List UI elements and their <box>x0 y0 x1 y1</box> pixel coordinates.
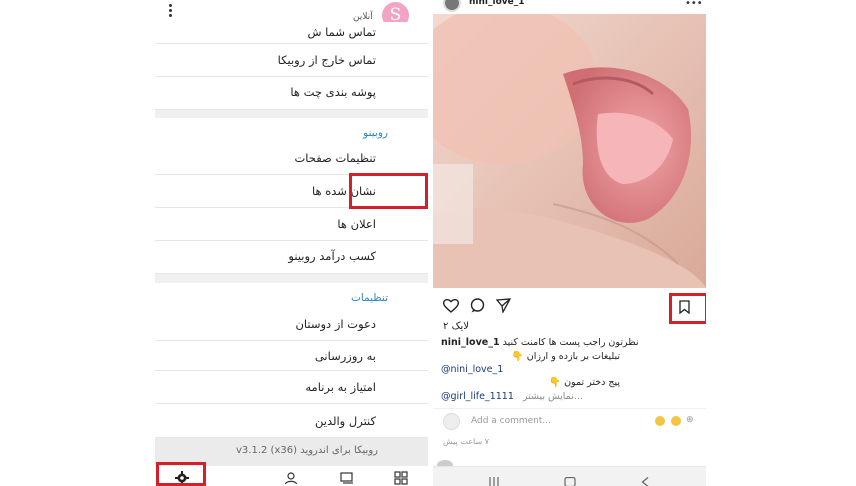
chat-icon[interactable] <box>340 470 354 484</box>
section-divider <box>155 274 428 283</box>
caption-first-line: nini_love_1 نظرتون راجب پست ها کامنت کنی… <box>441 337 639 348</box>
back-icon[interactable] <box>641 472 649 486</box>
post-action-bar <box>433 293 706 324</box>
system-navigation-bar <box>433 466 706 486</box>
section-divider <box>155 110 428 118</box>
row-label: پوشه بندی چت ها <box>290 85 376 99</box>
post-author-username[interactable]: nini_love_1 <box>469 0 525 7</box>
settings-row-outside-contacts[interactable]: تماس خارج از روبیکا <box>155 44 428 77</box>
row-label: کسب درآمد روبینو <box>288 249 376 263</box>
caption-line: تبلیغات بر بازده و ارزان 👇 <box>511 351 620 362</box>
online-status: آنلاین <box>353 12 373 22</box>
recent-apps-icon[interactable] <box>488 472 500 486</box>
home-icon[interactable] <box>564 472 576 486</box>
add-comment-row: Add a comment... ⊕ <box>433 408 706 434</box>
section-header-settings: تنظیمات <box>155 283 428 307</box>
post-photo-illustration <box>433 14 706 288</box>
show-more-link[interactable]: نمایش بیشتر... <box>523 391 583 402</box>
caption-mention[interactable]: @nini_love_1 <box>441 364 503 375</box>
settings-invite-friends[interactable]: دعوت از دوستان <box>155 307 428 341</box>
caption-mention[interactable]: @girl_life_1111 <box>441 391 514 402</box>
settings-rate-app[interactable]: امتیاز به برنامه <box>155 371 428 404</box>
rubino-earn-income[interactable]: کسب درآمد روبینو <box>155 241 428 274</box>
row-label: به روزرسانی <box>314 349 376 363</box>
grid-icon[interactable] <box>394 470 408 485</box>
more-options-icon[interactable] <box>165 3 175 21</box>
settings-row-contacts[interactable]: تماس شما ش <box>155 22 428 44</box>
highlight-bookmark <box>669 293 706 324</box>
likes-count[interactable]: ۲ لایک <box>443 321 469 332</box>
caption-last-line: @girl_life_1111 نمایش بیشتر... <box>441 391 583 402</box>
commenter-avatar <box>443 413 460 430</box>
post-photo[interactable] <box>433 14 706 288</box>
post-more-icon[interactable]: ••• <box>685 0 703 9</box>
rubika-settings-panel: آنلاین S تماس شما ش تماس خارج از روبیکا … <box>155 0 428 486</box>
settings-row-chat-folders[interactable]: پوشه بندی چت ها <box>155 77 428 110</box>
section-header-rubino: روبینو <box>155 118 428 142</box>
emoji-icon[interactable] <box>671 416 681 426</box>
comment-input[interactable]: Add a comment... <box>471 416 551 426</box>
emoji-icon[interactable] <box>655 416 665 426</box>
caption-line: پیج دختر تمون 👇 <box>549 377 620 388</box>
row-label: امتیاز به برنامه <box>305 380 376 394</box>
row-label: اعلان ها <box>337 217 376 231</box>
comment-icon[interactable] <box>470 298 485 317</box>
caption-username[interactable]: nini_love_1 <box>441 337 500 348</box>
row-label: تماس خارج از روبیکا <box>277 53 376 67</box>
post-author-avatar[interactable] <box>443 0 461 12</box>
post-time: ۷ ساعت پیش <box>443 437 489 446</box>
row-label: تماس شما ش <box>307 25 376 39</box>
row-label: کنترل والدین <box>314 414 376 428</box>
highlight-saved-items <box>349 173 428 209</box>
post-header: nini_love_1 ••• <box>433 0 706 14</box>
caption-text: نظرتون راجب پست ها کامنت کنید <box>502 337 639 348</box>
rubino-page-settings[interactable]: تنظیمات صفحات <box>155 142 428 175</box>
rubino-notifications[interactable]: اعلان ها <box>155 208 428 241</box>
settings-parental-control[interactable]: کنترل والدین <box>155 404 428 438</box>
share-icon[interactable] <box>495 298 512 317</box>
people-icon[interactable] <box>284 470 298 485</box>
row-label: دعوت از دوستان <box>295 317 376 331</box>
rubino-post-panel: nini_love_1 ••• ۲ لایک nini_love_1 نظرتو… <box>433 0 706 486</box>
row-label: تنظیمات صفحات <box>294 151 376 165</box>
add-emoji-icon[interactable]: ⊕ <box>686 415 694 425</box>
highlight-settings-tab <box>156 462 206 486</box>
heart-icon[interactable] <box>442 298 460 317</box>
settings-update[interactable]: به روزرسانی <box>155 341 428 371</box>
screenshot-stage: آنلاین S تماس شما ش تماس خارج از روبیکا … <box>0 0 856 486</box>
